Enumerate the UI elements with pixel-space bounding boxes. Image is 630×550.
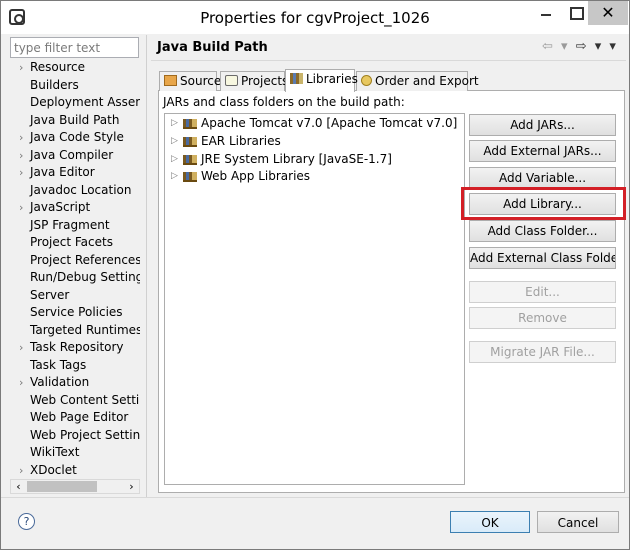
sidebar-item-label: Java Compiler [30, 147, 114, 162]
sidebar-item-label: Java Editor [30, 165, 95, 179]
tab-projects[interactable]: Projects [220, 71, 289, 91]
edit-button[interactable]: Edit... [469, 281, 616, 303]
remove-button[interactable]: Remove [469, 307, 616, 329]
sidebar-item-label: XDoclet [30, 462, 77, 477]
tab-label: Source [180, 74, 222, 88]
expand-arrow-icon[interactable]: › [19, 339, 23, 356]
close-button[interactable]: ✕ [588, 1, 628, 25]
projects-icon [225, 75, 238, 86]
sidebar-item-label: Validation [30, 375, 90, 389]
sidebar-item-label: Web Page Editor [30, 410, 129, 424]
title-separator [151, 60, 626, 61]
ok-button[interactable]: OK [450, 511, 530, 533]
sidebar-item-label: Deployment Assembl [30, 95, 140, 109]
expand-arrow-icon[interactable]: ▷ [171, 168, 178, 185]
back-button[interactable]: ⇦ ▾ [542, 39, 570, 54]
horizontal-scrollbar[interactable]: ‹ › [10, 479, 140, 494]
tab-label: Libraries [306, 72, 358, 86]
sidebar-item-label: Javadoc Location [30, 182, 132, 197]
library-tree[interactable]: ▷ Apache Tomcat v7.0 [Apache Tomcat v7.0… [164, 113, 465, 485]
sidebar-item-label: Task Repository [30, 340, 124, 354]
sidebar-item-label: Builders [30, 77, 79, 92]
add-variable-button[interactable]: Add Variable... [469, 167, 616, 189]
sidebar-item-label: Run/Debug Settings [30, 270, 140, 284]
library-icon [183, 155, 197, 165]
sidebar-item-label: JSP Fragment [30, 217, 110, 232]
order-export-icon [361, 75, 372, 86]
expand-arrow-icon[interactable]: ▷ [171, 133, 178, 150]
sidebar-item-label: Resource [30, 60, 86, 74]
expand-arrow-icon[interactable]: ▷ [171, 115, 178, 132]
maximize-button[interactable] [561, 1, 591, 25]
library-icon [183, 119, 197, 129]
page-title: Java Build Path [157, 40, 268, 55]
sidebar-item-label: Web Project Settings [30, 427, 140, 442]
library-icon [183, 137, 197, 147]
sidebar-item-label: WikiText [30, 445, 80, 459]
highlight-box [461, 187, 626, 220]
filter-input[interactable] [10, 37, 139, 58]
tab-label: Projects [241, 74, 289, 88]
expand-arrow-icon[interactable]: › [19, 374, 23, 391]
source-folder-icon [164, 75, 177, 86]
tab-source[interactable]: Source [159, 71, 221, 91]
forward-button[interactable]: ⇨ ▾ ▾ [576, 39, 618, 54]
add-jars-button[interactable]: Add JARs... [469, 114, 616, 136]
sidebar-item-label: JavaScript [30, 200, 91, 214]
panel-divider[interactable] [146, 35, 147, 497]
properties-dialog: Properties for cgvProject_1026 ✕ › Resour… [0, 0, 630, 550]
scroll-thumb[interactable] [27, 481, 97, 492]
property-page-tree: › Resource Builders Deployment Assembl Java … [10, 59, 140, 479]
sidebar-item-label: Service Policies [30, 305, 123, 319]
expand-arrow-icon[interactable]: › [19, 129, 23, 146]
tab-order-and-export[interactable]: Order and Export [356, 71, 479, 91]
help-icon[interactable]: ? [18, 513, 35, 530]
sidebar-item-label: Project References [30, 252, 140, 267]
history-navigation: ⇦ ▾ ⇨ ▾ ▾ [542, 39, 618, 54]
scroll-left-button[interactable]: ‹ [11, 480, 26, 493]
list-caption: JARs and class folders on the build path… [163, 95, 405, 109]
expand-arrow-icon[interactable]: › [19, 164, 23, 181]
sidebar-item-label: Project Facets [30, 235, 113, 249]
cancel-button[interactable]: Cancel [537, 511, 619, 533]
add-external-class-folder-button[interactable]: Add External Class Folder... [469, 247, 616, 269]
title-bar[interactable]: Properties for cgvProject_1026 ✕ [1, 1, 629, 34]
sidebar-item-label: Task Tags [30, 357, 87, 372]
expand-arrow-icon[interactable]: › [19, 59, 23, 76]
tab-label: Order and Export [375, 74, 479, 88]
expand-arrow-icon[interactable]: › [19, 147, 23, 164]
sidebar-item-label: Java Build Path [30, 111, 120, 129]
sidebar-item-label: Java Code Style [30, 130, 124, 144]
minimize-button[interactable] [531, 1, 561, 25]
library-icon [183, 172, 197, 182]
scroll-right-button[interactable]: › [124, 480, 139, 493]
sidebar-item-label: Targeted Runtimes [30, 322, 140, 337]
expand-arrow-icon[interactable]: ▷ [171, 151, 178, 168]
sidebar-item-label: Server [30, 287, 70, 302]
expand-arrow-icon[interactable]: › [19, 199, 23, 216]
sidebar-item-label: Web Content Setting [30, 392, 140, 407]
add-class-folder-button[interactable]: Add Class Folder... [469, 220, 616, 242]
footer-separator [1, 497, 629, 498]
libraries-icon [290, 73, 303, 84]
add-external-jars-button[interactable]: Add External JARs... [469, 140, 616, 162]
migrate-jar-button[interactable]: Migrate JAR File... [469, 341, 616, 363]
tab-libraries[interactable]: Libraries [285, 69, 358, 92]
expand-arrow-icon[interactable]: › [19, 462, 23, 479]
